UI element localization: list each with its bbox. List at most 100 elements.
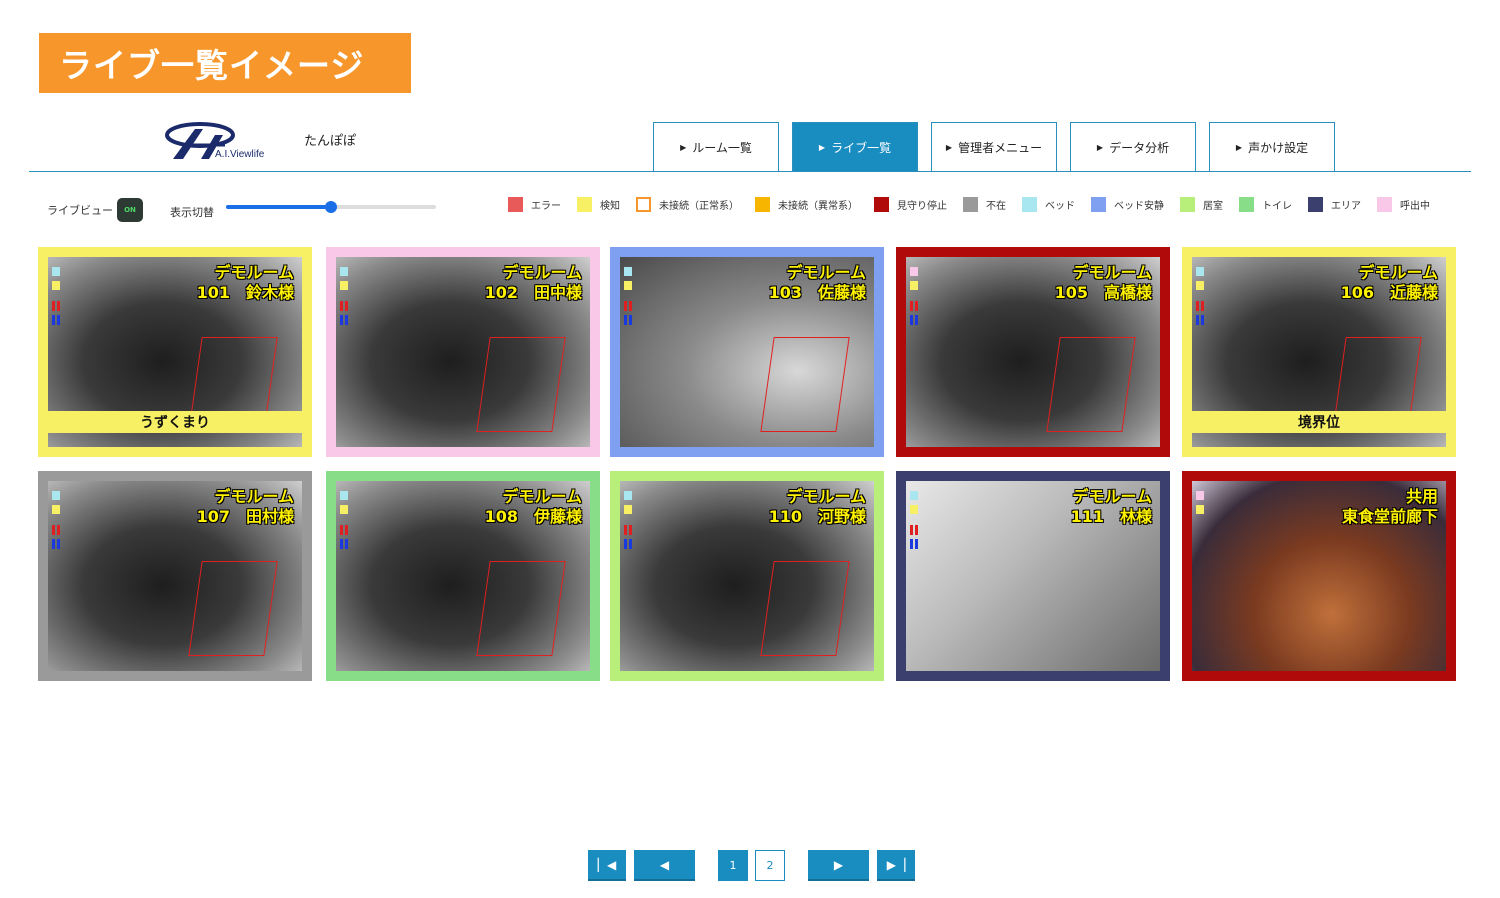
status-indicator-icon xyxy=(1196,267,1204,276)
logo-text: A.I.Viewlife xyxy=(215,149,265,160)
legend-swatch xyxy=(1022,197,1037,212)
legend-label: 呼出中 xyxy=(1400,201,1430,212)
camera-feed: デモルーム 105 高橋様 xyxy=(906,257,1160,447)
tab-arrow-icon: ▶ xyxy=(945,143,953,152)
detection-status: 境界位 xyxy=(1192,411,1446,433)
room-label-line2: 110 河野様 xyxy=(768,507,866,526)
camera-tile[interactable]: デモルーム 108 伊藤様 xyxy=(326,471,600,681)
room-label-line2: 105 高橋様 xyxy=(1054,283,1152,302)
signal-icon xyxy=(624,525,632,535)
main-nav: ▶ ルーム一覧 ▶ ライブ一覧 ▶ 管理者メニュー ▶ データ分析 ▶ 声かけ設定 xyxy=(653,122,1335,172)
camera-tile[interactable]: デモルーム 111 林様 xyxy=(896,471,1170,681)
tab-2[interactable]: ▶ 管理者メニュー xyxy=(931,122,1057,172)
camera-feed: デモルーム 111 林様 xyxy=(906,481,1160,671)
camera-tile[interactable]: デモルーム 101 鈴木様 うずくまり xyxy=(38,247,312,457)
status-indicator-icon xyxy=(340,281,348,290)
legend-item: 未接続（正常系） xyxy=(636,197,739,212)
page-number-2[interactable]: 2 xyxy=(755,850,785,881)
camera-feed: デモルーム 107 田村様 xyxy=(48,481,302,671)
tab-label: 管理者メニュー xyxy=(958,141,1043,155)
status-indicator-icon xyxy=(340,491,348,500)
status-indicator-icon xyxy=(1196,281,1204,290)
room-label-line1: デモルーム xyxy=(214,487,294,506)
status-indicator-icon xyxy=(340,267,348,276)
signal-icon xyxy=(624,315,632,325)
legend-label: 未接続（正常系） xyxy=(659,201,739,212)
bed-zone-outline xyxy=(1046,336,1137,432)
last-page-button[interactable]: ▶▕ xyxy=(877,850,915,881)
signal-icon xyxy=(624,539,632,549)
signal-icon xyxy=(1196,301,1204,311)
display-switch-slider[interactable] xyxy=(226,201,436,213)
legend-item: 未接続（異常系） xyxy=(755,197,858,212)
legend-label: 不在 xyxy=(986,201,1006,212)
room-label-line1: デモルーム xyxy=(1358,263,1438,282)
room-label: デモルーム 101 鈴木様 xyxy=(197,263,294,303)
tab-label: データ分析 xyxy=(1109,141,1170,155)
camera-tile[interactable]: デモルーム 106 近藤様境界位 xyxy=(1182,247,1456,457)
first-page-icon: ▏◀ xyxy=(597,857,617,872)
legend-item: 居室 xyxy=(1180,197,1223,212)
live-view-toggle[interactable]: ON xyxy=(117,198,143,222)
bed-zone-outline xyxy=(476,560,567,656)
camera-tile[interactable]: デモルーム 110 河野様 xyxy=(610,471,884,681)
legend-item: 不在 xyxy=(963,197,1006,212)
status-indicator-icon xyxy=(910,281,918,290)
room-label-line1: 共用 xyxy=(1405,487,1438,506)
camera-tile[interactable]: デモルーム 107 田村様 xyxy=(38,471,312,681)
tab-3[interactable]: ▶ データ分析 xyxy=(1070,122,1196,172)
next-page-button[interactable]: ▶ xyxy=(808,850,869,881)
signal-icon xyxy=(624,301,632,311)
prev-page-icon: ◀ xyxy=(659,857,670,872)
camera-feed: デモルーム 106 近藤様境界位 xyxy=(1192,257,1446,447)
legend-item: トイレ xyxy=(1239,197,1292,212)
prev-page-button[interactable]: ◀ xyxy=(634,850,695,881)
room-label-line1: デモルーム xyxy=(1072,263,1152,282)
tab-arrow-icon: ▶ xyxy=(1235,143,1243,152)
legend-swatch xyxy=(755,197,770,212)
room-label-line2: 103 佐藤様 xyxy=(768,283,866,302)
page-number-1[interactable]: 1 xyxy=(718,850,748,881)
display-switch-label: 表示切替 xyxy=(170,206,214,219)
camera-tile[interactable]: デモルーム 103 佐藤様 xyxy=(610,247,884,457)
room-label-line2: 111 林様 xyxy=(1070,507,1152,526)
room-label: デモルーム 108 伊藤様 xyxy=(485,487,582,527)
camera-tile[interactable]: デモルーム 102 田中様 xyxy=(326,247,600,457)
tab-label: ルーム一覧 xyxy=(692,141,752,155)
signal-icon xyxy=(910,539,918,549)
tab-1[interactable]: ▶ ライブ一覧 xyxy=(792,122,918,172)
tab-4[interactable]: ▶ 声かけ設定 xyxy=(1209,122,1335,172)
first-page-button[interactable]: ▏◀ xyxy=(588,850,626,881)
legend-swatch xyxy=(1308,197,1323,212)
room-label-line2: 106 近藤様 xyxy=(1340,283,1438,302)
tab-0[interactable]: ▶ ルーム一覧 xyxy=(653,122,779,172)
signal-icon xyxy=(340,525,348,535)
bed-zone-outline xyxy=(188,560,279,656)
signal-icon xyxy=(1196,315,1204,325)
tab-arrow-icon: ▶ xyxy=(680,143,687,152)
room-label: デモルーム 105 高橋様 xyxy=(1055,263,1152,303)
signal-icon xyxy=(340,539,348,549)
slider-fill xyxy=(226,205,331,209)
room-label-line2: 101 鈴木様 xyxy=(196,283,294,302)
tab-label: ライブ一覧 xyxy=(831,141,892,155)
status-indicator-icon xyxy=(624,281,632,290)
legend-label: 未接続（異常系） xyxy=(778,201,858,212)
camera-feed: デモルーム 101 鈴木様 うずくまり xyxy=(48,257,302,447)
slider-thumb[interactable] xyxy=(325,201,337,213)
camera-feed: デモルーム 110 河野様 xyxy=(620,481,874,671)
signal-icon xyxy=(910,315,918,325)
camera-tile[interactable]: 共用 東食堂前廊下 xyxy=(1182,471,1456,681)
legend-item: 見守り停止 xyxy=(874,197,947,212)
room-label-line1: デモルーム xyxy=(502,263,582,282)
signal-icon xyxy=(52,539,60,549)
room-label-line1: デモルーム xyxy=(1072,487,1152,506)
legend-label: ベッド xyxy=(1045,201,1075,212)
camera-tile[interactable]: デモルーム 105 高橋様 xyxy=(896,247,1170,457)
camera-feed: デモルーム 103 佐藤様 xyxy=(620,257,874,447)
room-label: デモルーム 106 近藤様 xyxy=(1341,263,1438,303)
room-label-line1: デモルーム xyxy=(502,487,582,506)
camera-feed: デモルーム 102 田中様 xyxy=(336,257,590,447)
legend-swatch xyxy=(636,197,651,212)
signal-icon xyxy=(910,301,918,311)
